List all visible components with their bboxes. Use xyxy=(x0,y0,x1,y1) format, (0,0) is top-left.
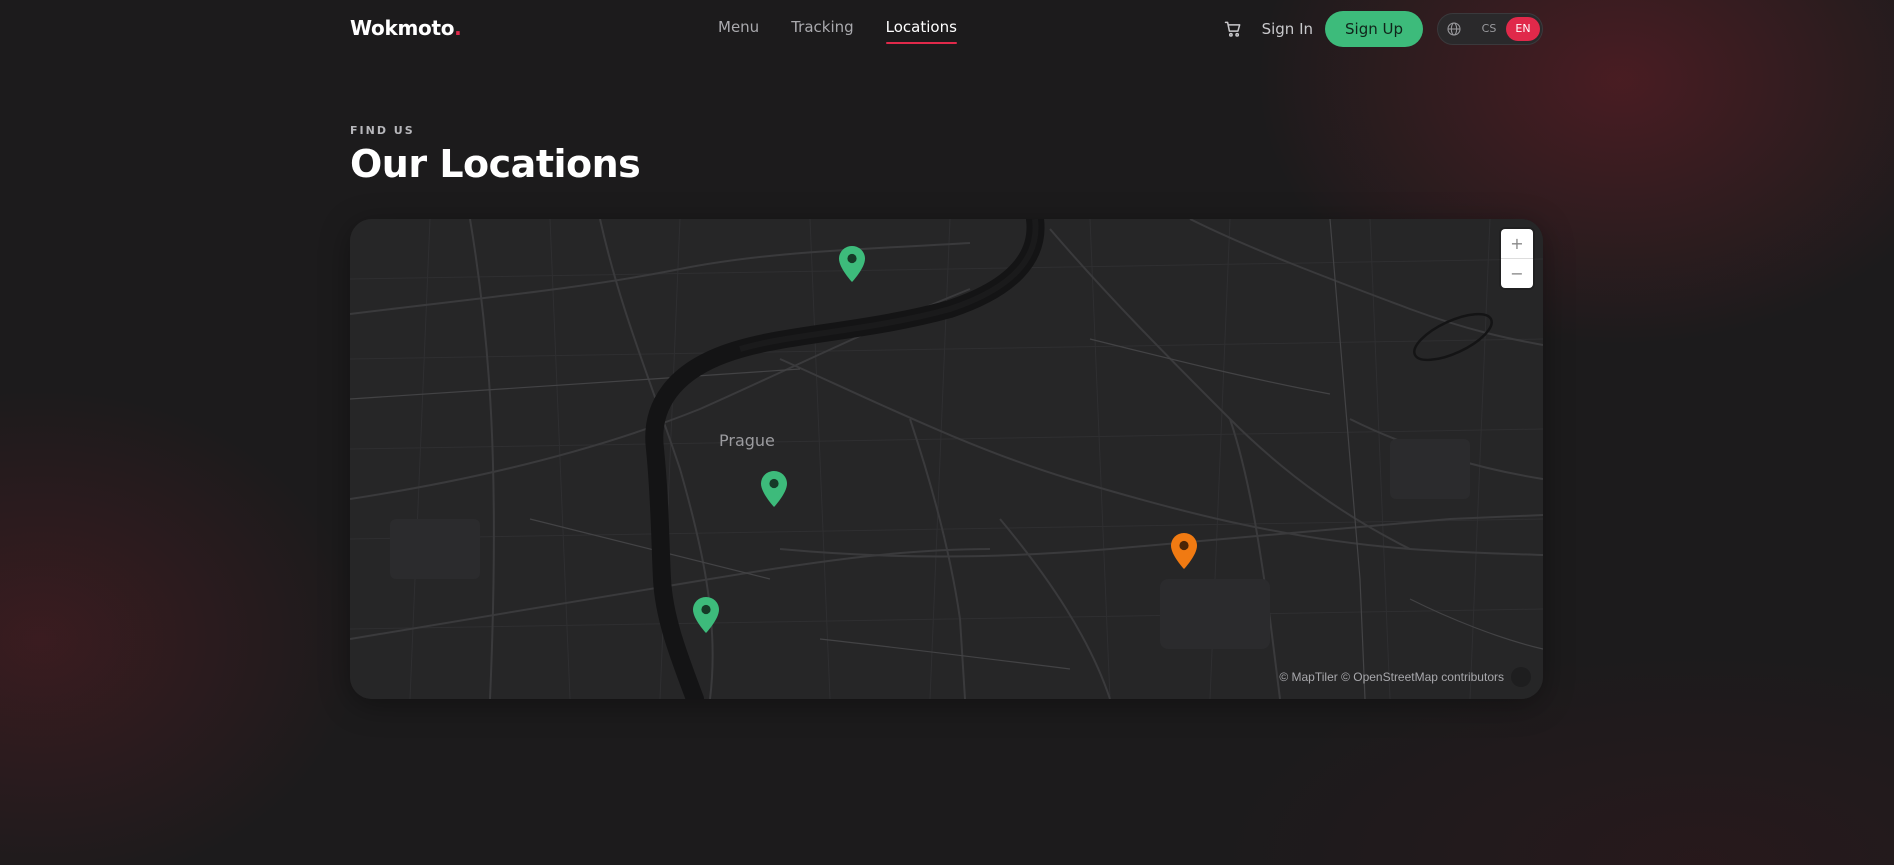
locations-map[interactable]: Prague + − © MapTiler © OpenStreetMap co… xyxy=(350,219,1543,699)
location-pin-center[interactable] xyxy=(760,470,788,508)
map-attribution[interactable]: © MapTiler © OpenStreetMap contributors xyxy=(1279,670,1504,684)
page-title: Our Locations xyxy=(350,142,641,186)
nav-item-tracking[interactable]: Tracking xyxy=(791,18,853,44)
cart-button[interactable] xyxy=(1222,18,1244,40)
brand-dot: . xyxy=(454,16,462,40)
language-switcher: CS EN xyxy=(1437,13,1543,45)
location-pin-north[interactable] xyxy=(838,245,866,283)
language-option-en[interactable]: EN xyxy=(1506,17,1540,41)
map-city-label: Prague xyxy=(719,431,775,450)
cart-icon xyxy=(1224,21,1240,37)
location-pin-east[interactable] xyxy=(1170,532,1198,570)
main-nav: Menu Tracking Locations xyxy=(718,18,958,44)
plus-icon: + xyxy=(1510,234,1524,253)
zoom-in-button[interactable]: + xyxy=(1501,229,1533,258)
language-option-cs[interactable]: CS xyxy=(1472,17,1506,41)
map-zoom-control: + − xyxy=(1501,229,1533,288)
location-pin-south[interactable] xyxy=(692,596,720,634)
minus-icon: − xyxy=(1510,264,1524,283)
attribution-toggle-button[interactable] xyxy=(1511,667,1531,687)
map-pin-icon xyxy=(761,471,787,507)
nav-item-menu[interactable]: Menu xyxy=(718,18,759,44)
sign-in-link[interactable]: Sign In xyxy=(1262,20,1313,38)
brand-name: Wokmoto xyxy=(350,16,455,40)
zoom-out-button[interactable]: − xyxy=(1501,258,1533,288)
site-header: Wokmoto. Menu Tracking Locations Sign In… xyxy=(350,0,1543,58)
section-eyebrow: FIND US xyxy=(350,124,415,137)
map-pin-icon xyxy=(1171,533,1197,569)
map-tiles xyxy=(350,219,1543,699)
nav-item-locations[interactable]: Locations xyxy=(885,18,958,44)
sign-up-button[interactable]: Sign Up xyxy=(1325,11,1423,47)
globe-icon xyxy=(1447,22,1461,36)
header-actions: Sign In Sign Up CS EN xyxy=(1222,11,1543,47)
map-pin-icon xyxy=(693,597,719,633)
page-container: Wokmoto. Menu Tracking Locations Sign In… xyxy=(350,0,1543,699)
map-pin-icon xyxy=(839,246,865,282)
brand-logo[interactable]: Wokmoto. xyxy=(350,16,462,40)
